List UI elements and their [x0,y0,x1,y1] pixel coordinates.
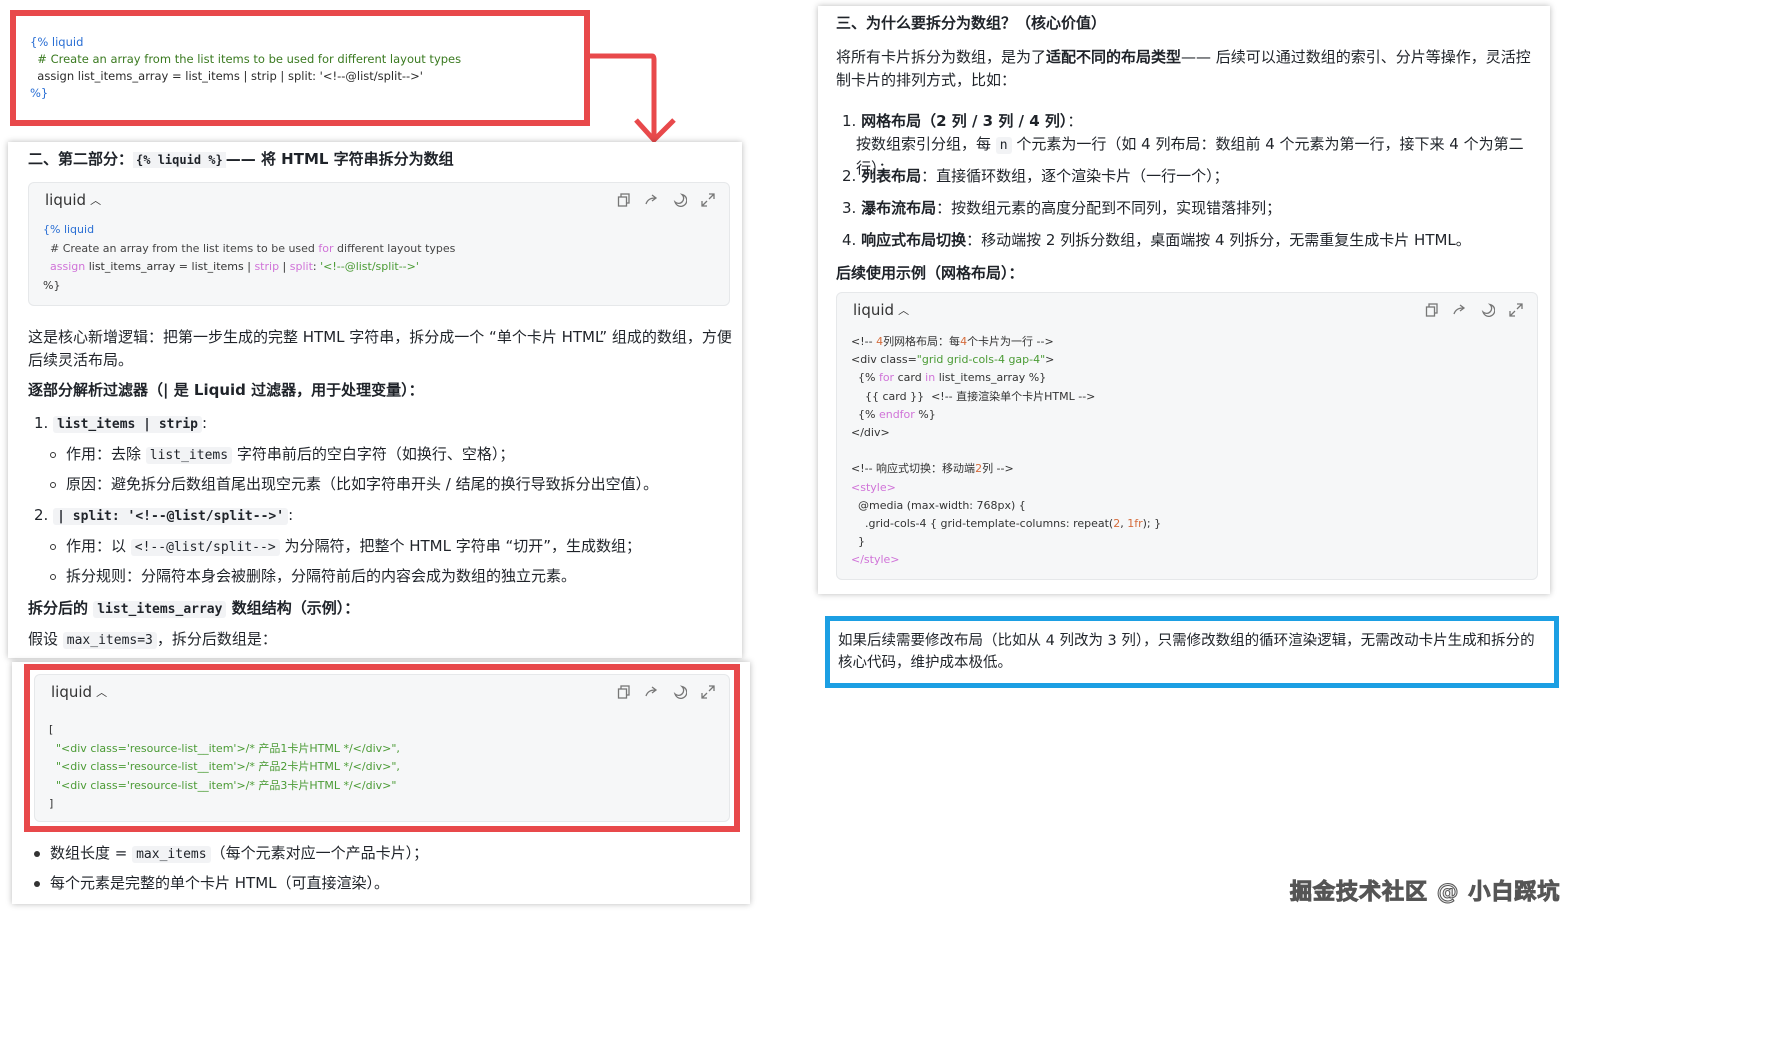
arrow-icon [590,53,676,143]
copy-icon[interactable] [615,683,633,701]
paragraph: 假设 max_items=3 ，拆分后数组是： [28,630,277,649]
section-heading: 二、第二部分： {% liquid %} —— 将 HTML 字符串拆分为数组 [28,148,454,172]
watermark: 掘金技术社区 @ 小白踩坑 [1289,880,1561,906]
subheading: 逐部分解析过滤器（| 是 Liquid 过滤器，用于处理变量）： [28,381,424,399]
bullet-item: 拆分规则：分隔符本身会被删除，分隔符前后的内容会成为数组的独立元素。 [50,565,576,588]
bullet-item: 原因：避免拆分后数组首尾出现空元素（比如字符串开头 / 结尾的换行导致拆分出空值… [50,473,658,496]
code-lang-toggle[interactable]: liquid ︿ [51,683,107,701]
list-item: 4. 响应式布局切换：移动端按 2 列拆分数组，桌面端按 4 列拆分，无需重复生… [842,231,1471,249]
code-toolbar [615,683,717,701]
left-panel: 二、第二部分： {% liquid %} —— 将 HTML 字符串拆分为数组 li… [8,142,742,658]
subheading: 拆分后的 list_items_array 数组结构（示例）： [28,599,360,618]
right-panel: 三、为什么要拆分为数组？（核心价值） 将所有卡片拆分为数组，是为了适配不同的布局… [818,6,1550,594]
list-item: 3. 瀑布流布局：按数组元素的高度分配到不同列，实现错落排列； [842,199,1282,217]
bullet-item: 作用：以 <!--@list/split--> 为分隔符，把整个 HTML 字符… [50,535,641,559]
chevron-up-icon: ︿ [898,304,910,317]
list-item: 1. 网格布局（2 列 / 3 列 / 4 列）： [842,112,1083,130]
chevron-up-icon: ︿ [90,194,102,207]
code-content: <!-- 4列网格布局：每4个卡片为一行 --> <div class="gri… [851,335,1162,567]
note-highlight: 如果后续需要修改布局（比如从 4 列改为 3 列），只需修改数组的循环渲染逻辑，… [825,616,1559,688]
list-item: 2. 列表布局：直接循环数组，逐个渲染卡片（一行一个）； [842,167,1229,185]
subheading: 后续使用示例（网格布局）： [836,264,1024,282]
code-block-2: liquid ︿ [ "<div class='resource-list__it… [34,674,730,822]
theme-icon[interactable] [1479,301,1497,319]
top-code-highlight: {% liquid # Create an array from the lis… [10,10,590,126]
code-lang-toggle[interactable]: liquid ︿ [45,191,101,209]
copy-icon[interactable] [615,191,633,209]
code-block-3: liquid ︿ <!-- 4列网格布局：每4个卡片为一行 --> <div cl… [836,292,1538,580]
code-line: %} [30,86,49,100]
top-code: {% liquid # Create an array from the lis… [30,34,461,102]
code-line: # Create an array from the list items to… [30,52,462,66]
code-content: [ "<div class='resource-list__item'>/* 产… [49,723,400,810]
section-heading: 三、为什么要拆分为数组？（核心价值） [836,14,1107,32]
list-item: 1. list_items | strip: [34,414,208,433]
theme-icon[interactable] [671,191,689,209]
paragraph: 将所有卡片拆分为数组，是为了适配不同的布局类型—— 后续可以通过数组的索引、分片… [836,48,1531,89]
heading-code: {% liquid %} [133,152,226,168]
code-line: assign list_items_array = list_items | s… [30,69,423,83]
code-lang: liquid [853,301,895,319]
bullet-item: 每个元素是完整的单个卡片 HTML（可直接渲染）。 [34,872,389,895]
expand-icon[interactable] [1507,301,1525,319]
note-text: 如果后续需要修改布局（比如从 4 列改为 3 列），只需修改数组的循环渲染逻辑，… [838,633,1535,671]
code-lang: liquid [45,191,87,209]
share-icon[interactable] [643,191,661,209]
chevron-up-icon: ︿ [96,686,108,699]
code-toolbar [615,191,717,209]
list-item: 2. | split: '<!--@list/split-->': [34,506,294,525]
code-lang-toggle[interactable]: liquid ︿ [853,301,909,319]
code-toolbar [1423,301,1525,319]
code-content: {% liquid # Create an array from the lis… [43,223,456,292]
code-lang: liquid [51,683,93,701]
bullet-item: 作用：去除 list_items 字符串前后的空白字符（如换行、空格）； [50,443,514,467]
heading-text: 二、第二部分： [28,150,134,168]
expand-icon[interactable] [699,191,717,209]
paragraph: 这是核心新增逻辑：把第一步生成的完整 HTML 字符串，拆分成一个 “单个卡片 … [28,328,732,369]
array-code-highlight: liquid ︿ [ "<div class='resource-list__it… [24,664,740,832]
bullet-item: 数组长度 = max_items （每个元素对应一个产品卡片）； [34,842,428,866]
copy-icon[interactable] [1423,301,1441,319]
share-icon[interactable] [1451,301,1469,319]
share-icon[interactable] [643,683,661,701]
heading-text: —— 将 HTML 字符串拆分为数组 [225,150,454,168]
code-block-1: liquid ︿ {% liquid # Create an array from… [28,182,730,306]
code-line: {% liquid [30,35,84,49]
expand-icon[interactable] [699,683,717,701]
theme-icon[interactable] [671,683,689,701]
